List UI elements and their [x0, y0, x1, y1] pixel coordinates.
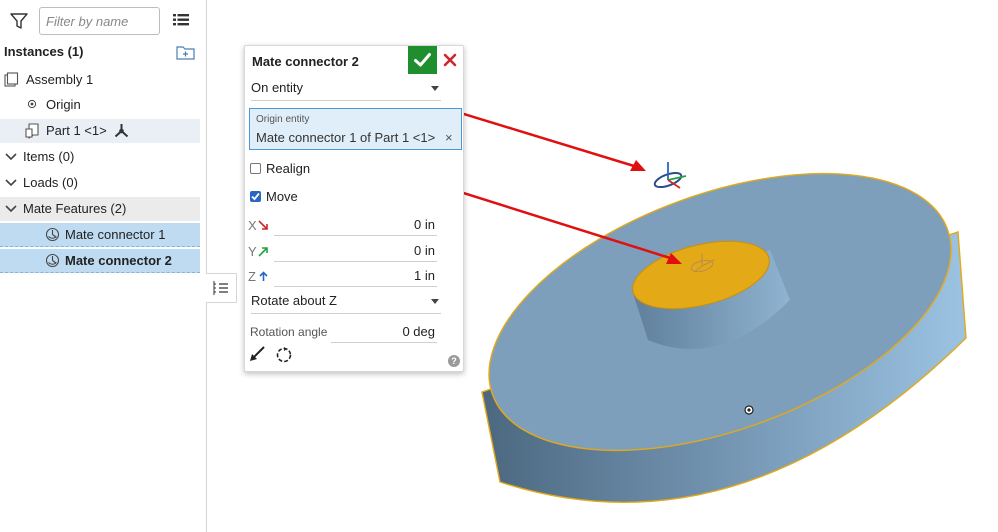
clear-selection-icon[interactable]: × [445, 130, 453, 145]
z-offset-row: Z 1 in [245, 265, 445, 289]
mate-connector-dialog: Mate connector 2 On entity Origin entity… [244, 45, 464, 372]
y-axis-label: Y [248, 244, 257, 259]
close-icon[interactable] [442, 52, 458, 68]
mate-connector-2-triad[interactable] [653, 162, 687, 190]
y-offset-row: Y 0 in [245, 240, 445, 264]
flip-primary-axis-icon[interactable] [249, 346, 265, 362]
loads-label: Loads (0) [23, 175, 78, 190]
origin-entity-value: Mate connector 1 of Part 1 <1> [256, 130, 436, 145]
move-checkbox[interactable] [250, 191, 261, 202]
y-offset-input[interactable]: 0 in [274, 240, 437, 262]
x-axis-label: X [248, 218, 257, 233]
mate-connector-glyph-icon [114, 124, 129, 138]
filter-input[interactable] [39, 7, 160, 35]
realign-label: Realign [266, 161, 311, 176]
instance-list-panel: Instances (1) Assembly 1 Origin Part 1 <… [0, 0, 207, 532]
assembly-icon [4, 72, 19, 87]
checkmark-icon [251, 192, 260, 201]
reorient-secondary-axis-icon[interactable] [275, 346, 293, 364]
rotation-angle-label: Rotation angle [250, 325, 328, 339]
mate-features-label: Mate Features (2) [23, 201, 127, 216]
chevron-down-icon [431, 299, 439, 304]
z-axis-label: Z [248, 269, 256, 284]
tree-item-loads[interactable]: Loads (0) [0, 171, 200, 195]
add-folder-icon[interactable] [176, 45, 195, 60]
mate-connector-icon [45, 227, 60, 242]
dialog-title: Mate connector 2 [252, 54, 359, 69]
tree-item-mate-features[interactable]: Mate Features (2) [0, 197, 200, 221]
instances-header: Instances (1) [4, 44, 84, 59]
tree-item-items[interactable]: Items (0) [0, 145, 200, 169]
tree-item-mate-connector-2[interactable]: Mate connector 2 [0, 249, 200, 273]
origin-entity-field[interactable]: Origin entity Mate connector 1 of Part 1… [249, 108, 462, 150]
help-icon[interactable]: ? [448, 355, 460, 367]
check-icon [414, 53, 431, 67]
z-offset-input[interactable]: 1 in [274, 265, 437, 287]
z-axis-arrow-icon [259, 271, 268, 281]
chevron-down-icon[interactable] [5, 178, 17, 188]
move-label: Move [266, 189, 298, 204]
rotation-axis-value: Rotate about Z [251, 293, 337, 308]
rotation-axis-select[interactable]: Rotate about Z [251, 289, 441, 314]
tree-item-assembly[interactable]: Assembly 1 [0, 68, 200, 92]
origin-entity-label: Origin entity [256, 114, 310, 125]
origin-icon [27, 99, 37, 109]
x-offset-row: X 0 in [245, 214, 445, 238]
placement-mode-value: On entity [251, 80, 304, 95]
rotation-angle-input[interactable]: 0 deg [331, 321, 437, 343]
assembly-label: Assembly 1 [26, 72, 94, 87]
y-axis-arrow-icon [258, 247, 268, 257]
x-offset-input[interactable]: 0 in [274, 214, 437, 236]
filter-icon[interactable] [10, 12, 28, 30]
tree-item-mate-connector-1[interactable]: Mate connector 1 [0, 223, 200, 247]
mate-connector-2-label: Mate connector 2 [65, 253, 172, 268]
tree-item-origin[interactable]: Origin [0, 93, 200, 117]
items-label: Items (0) [23, 149, 75, 164]
list-view-icon[interactable] [173, 13, 189, 29]
part-body[interactable] [452, 118, 988, 505]
chevron-down-icon[interactable] [5, 152, 17, 162]
part-label: Part 1 <1> [46, 123, 107, 138]
tree-item-part[interactable]: Part 1 <1> [0, 119, 200, 143]
placement-mode-select[interactable]: On entity [251, 76, 441, 101]
chevron-down-icon [431, 86, 439, 91]
mate-connector-icon [45, 253, 60, 268]
part-icon [25, 123, 39, 139]
x-axis-arrow-icon [258, 220, 268, 230]
mate-connector-1-label: Mate connector 1 [65, 227, 166, 242]
chevron-down-icon[interactable] [5, 204, 17, 214]
realign-checkbox[interactable] [250, 163, 261, 174]
accept-button[interactable] [408, 46, 437, 74]
origin-label: Origin [46, 97, 81, 112]
